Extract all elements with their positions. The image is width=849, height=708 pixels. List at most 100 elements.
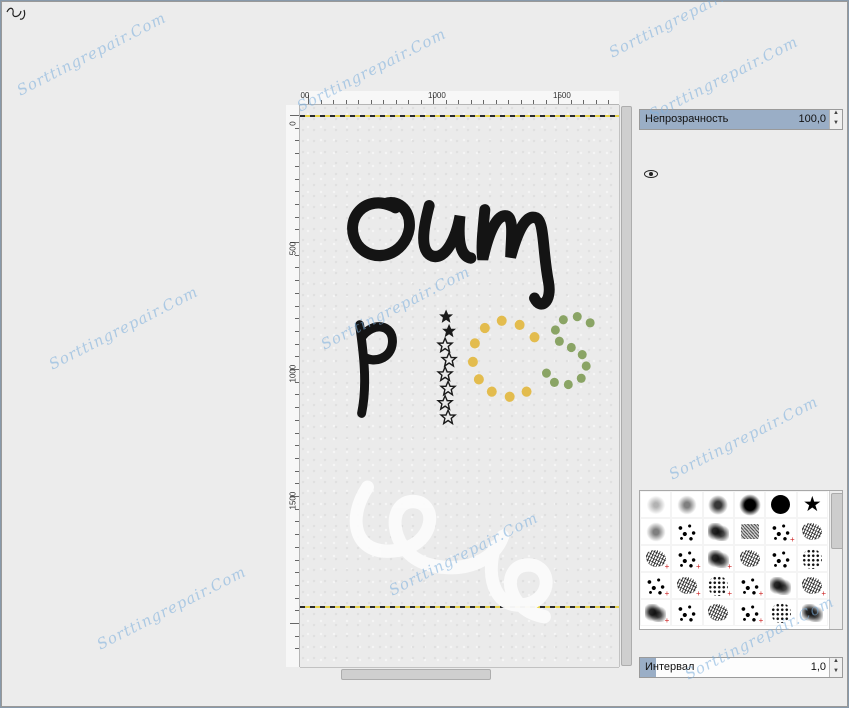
ruler-label: 500 [289,242,298,256]
brush-item[interactable] [765,599,796,626]
ruler-tick [295,560,299,561]
ruler-tick [583,100,584,104]
ruler-tick [295,153,299,154]
canvas-viewport[interactable] [300,105,619,667]
ruler-tick [295,483,299,484]
ruler-tick [295,471,299,472]
ruler-tick [383,100,384,104]
ruler-tick [295,204,299,205]
ruler-row: 50010001500 [286,91,633,105]
ruler-tick [295,229,299,230]
ruler-tick [295,521,299,522]
ruler-tick [295,585,299,586]
spacing-spinner[interactable] [829,658,842,677]
brush-item[interactable] [797,491,828,518]
ruler-label: 0 [289,117,298,131]
brush-item[interactable] [640,572,671,599]
gimp-window: *[Без имени]-9.0 (Цвета RGB, 1 слой) 256… [0,0,849,708]
ruler-tick [471,100,472,104]
ruler-tick [421,100,422,104]
ruler-tick [295,179,299,180]
ruler-tick [295,534,299,535]
ruler-tick [295,610,299,611]
brush-item[interactable] [765,518,796,545]
brush-item[interactable] [797,572,828,599]
horizontal-scrollbar[interactable] [300,667,619,681]
ruler-tick [521,100,522,104]
image-tab-untitled[interactable]: ✕ [356,58,422,90]
horizontal-ruler[interactable]: 50010001500 [300,91,619,105]
brush-item[interactable] [671,599,702,626]
brush-item[interactable] [671,545,702,572]
brush-item[interactable] [734,518,765,545]
brush-grid-scrollbar[interactable] [829,491,842,629]
layer-opacity-slider[interactable]: Непрозрачность 100,0 [639,109,843,130]
brush-item[interactable] [734,545,765,572]
ruler-tick [346,100,347,104]
brush-item[interactable] [671,518,702,545]
ruler-tick [333,100,334,104]
brush-item[interactable] [797,518,828,545]
ruler-tick [508,100,509,104]
ruler-tick [295,191,299,192]
brush-item[interactable] [640,518,671,545]
brush-item[interactable] [640,545,671,572]
brush-spacing-slider[interactable]: Интервал 1,0 [639,657,843,678]
brush-item[interactable] [703,545,734,572]
ruler-tick [295,407,299,408]
ruler-tick [608,100,609,104]
brush-item[interactable] [671,491,702,518]
vertical-scrollbar[interactable] [619,105,633,667]
image-tabs: ✕ ✕ [286,57,633,91]
ruler-tick [295,648,299,649]
ruler-tick [408,100,409,104]
ruler-tick [371,100,372,104]
ruler-tick [295,166,299,167]
brush-item[interactable] [765,491,796,518]
ruler-tick [295,331,299,332]
brush-item[interactable] [703,491,734,518]
ruler-tick [295,445,299,446]
brush-item[interactable] [703,599,734,626]
ruler-tick [446,100,447,104]
ruler-tick [295,547,299,548]
ruler-label: 1500 [289,496,298,510]
ruler-tick [533,100,534,104]
ruler-tick [295,420,299,421]
ruler-tick [295,356,299,357]
scrollbar-thumb[interactable] [831,493,843,549]
ruler-tick [596,100,597,104]
ruler-tick [295,267,299,268]
ruler-tick [295,293,299,294]
brush-item[interactable] [765,545,796,572]
brush-item[interactable] [640,599,671,626]
ruler-tick [483,100,484,104]
ruler-tick [358,100,359,104]
scrollbar-thumb[interactable] [621,106,632,666]
vertical-ruler[interactable]: 050010001500 [286,105,300,667]
brush-grid-container [639,490,843,630]
ruler-label: 1000 [428,91,446,100]
brush-item[interactable] [703,572,734,599]
canvas-drawing [300,105,619,667]
brush-item[interactable] [640,491,671,518]
brush-item[interactable] [797,599,828,626]
brush-item[interactable] [734,572,765,599]
ruler-tick [295,458,299,459]
ruler-tick [496,100,497,104]
ruler-tick [396,100,397,104]
layer-opacity-spinner[interactable] [829,110,842,129]
ruler-tick [295,572,299,573]
brush-item[interactable] [765,572,796,599]
brush-item[interactable] [671,572,702,599]
scrollbar-thumb[interactable] [341,669,491,680]
brush-item[interactable] [797,545,828,572]
ruler-tick [295,394,299,395]
ruler-tick [295,280,299,281]
ruler-tick [295,636,299,637]
brush-item[interactable] [734,491,765,518]
ruler-label: 1500 [553,91,571,100]
brush-item[interactable] [734,599,765,626]
ruler-tick [295,217,299,218]
brush-item[interactable] [703,518,734,545]
